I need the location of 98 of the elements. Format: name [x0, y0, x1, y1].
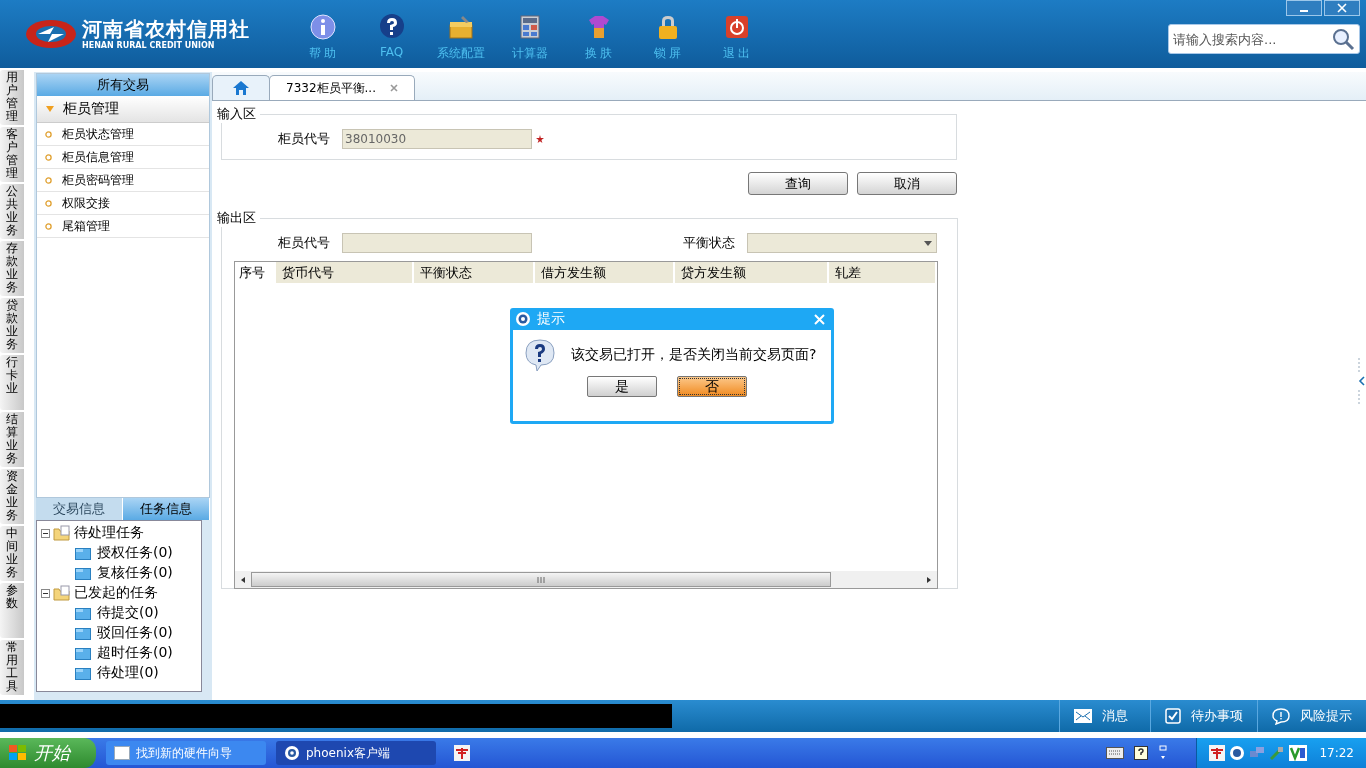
- tree-node[interactable]: 复核任务(0): [41, 563, 197, 583]
- logo-icon: [24, 17, 78, 51]
- tree-node[interactable]: 待提交(0): [41, 603, 197, 623]
- tree-node[interactable]: 待处理(0): [41, 663, 197, 683]
- column-header[interactable]: 序号: [235, 262, 276, 283]
- checkbox-icon: [1165, 708, 1181, 724]
- home-icon: [232, 80, 250, 96]
- action-button[interactable]: 查询: [748, 172, 848, 195]
- input-field[interactable]: [342, 233, 532, 253]
- status-button[interactable]: 待办事项: [1150, 700, 1257, 732]
- menu-group[interactable]: 柜员管理: [37, 96, 209, 123]
- dialog-button[interactable]: 是: [587, 376, 657, 397]
- status-button[interactable]: 消息: [1059, 700, 1150, 732]
- close-button[interactable]: [1324, 0, 1360, 16]
- bullet-icon: [45, 222, 52, 230]
- taskbar-item[interactable]: 找到新的硬件向导: [106, 741, 266, 765]
- side-tab[interactable]: 贷款业务: [0, 298, 24, 353]
- column-header[interactable]: 轧差: [829, 262, 937, 283]
- window-icon: [114, 746, 130, 760]
- restore-icon: [1158, 745, 1169, 761]
- page-tab[interactable]: [212, 75, 270, 100]
- menu-item[interactable]: 柜员密码管理: [37, 169, 209, 192]
- app-icon: [515, 311, 531, 327]
- tree-node[interactable]: 待处理任务: [41, 523, 197, 543]
- bullet-icon: [45, 130, 52, 138]
- taskbar-item[interactable]: phoenix客户端: [276, 741, 436, 765]
- tree-node[interactable]: 授权任务(0): [41, 543, 197, 563]
- help-icon: [1134, 746, 1149, 760]
- help-icon: [377, 12, 406, 41]
- bullet-icon: [45, 176, 52, 184]
- column-header[interactable]: 货币代号: [276, 262, 414, 283]
- menu-item[interactable]: 尾箱管理: [37, 215, 209, 238]
- minimize-button[interactable]: [1286, 0, 1322, 16]
- close-icon[interactable]: [390, 84, 398, 92]
- globe-icon: [1229, 745, 1246, 761]
- logo-subtitle: HENAN RURAL CREDIT UNION: [82, 39, 216, 51]
- folder-icon: [75, 546, 91, 560]
- folder-icon: [75, 646, 91, 660]
- bullet-icon: [45, 153, 52, 161]
- column-header[interactable]: 贷方发生额: [675, 262, 829, 283]
- tree-node[interactable]: 驳回任务(0): [41, 623, 197, 643]
- menu-item[interactable]: 柜员状态管理: [37, 123, 209, 146]
- dialog-message: 该交易已打开，是否关闭当前交易页面?: [571, 346, 817, 364]
- collapse-icon[interactable]: [41, 588, 50, 598]
- column-header[interactable]: 借方发生额: [535, 262, 675, 283]
- collapse-handle-icon[interactable]: [1358, 358, 1366, 404]
- tree-node[interactable]: 超时任务(0): [41, 643, 197, 663]
- side-tab[interactable]: 资金业务: [0, 469, 24, 524]
- keyboard-icon: [1106, 747, 1125, 759]
- page-tab[interactable]: 7332柜员平衡...: [269, 75, 415, 100]
- search-field[interactable]: 请输入搜索内容...: [1168, 24, 1360, 54]
- field-label: 平衡状态: [683, 234, 736, 252]
- collapse-icon[interactable]: [41, 528, 50, 538]
- globe-icon: [284, 745, 300, 761]
- dropdown-arrow-icon: [924, 240, 932, 246]
- input-field[interactable]: 38010030: [342, 129, 532, 149]
- app-icon: [1209, 745, 1226, 761]
- panel-title: 所有交易: [37, 74, 209, 96]
- search-icon: [1331, 27, 1355, 51]
- side-tab[interactable]: 公共业务: [0, 184, 24, 239]
- dialog-title: 提示: [537, 310, 565, 328]
- folder-icon: [75, 666, 91, 680]
- plug-icon: [1269, 745, 1286, 761]
- side-tab[interactable]: 常用工具: [0, 640, 24, 695]
- folder-icon: [75, 566, 91, 580]
- status-button[interactable]: 风险提示: [1257, 700, 1366, 732]
- windows-logo-icon: [8, 744, 28, 762]
- horizontal-scrollbar[interactable]: [235, 571, 937, 588]
- action-button[interactable]: 取消: [857, 172, 957, 195]
- app-icon: [454, 745, 470, 761]
- folder-icon: [53, 525, 71, 541]
- menu-item[interactable]: 柜员信息管理: [37, 146, 209, 169]
- menu-item[interactable]: 权限交接: [37, 192, 209, 215]
- side-tab[interactable]: 用户管理: [0, 70, 24, 125]
- folder-icon: [75, 606, 91, 620]
- envelope-icon: [1074, 709, 1092, 723]
- side-tab[interactable]: 客户管理: [0, 127, 24, 182]
- field-label: 柜员代号: [278, 130, 331, 148]
- side-tab[interactable]: 参数: [0, 583, 24, 638]
- speech-bubble-icon: [1272, 707, 1290, 725]
- column-header[interactable]: 平衡状态: [414, 262, 535, 283]
- dialog-button[interactable]: 否: [677, 376, 747, 397]
- scrollbar-thumb[interactable]: [251, 572, 831, 587]
- folder-icon: [53, 585, 71, 601]
- tree-node[interactable]: 已发起的任务: [41, 583, 197, 603]
- question-icon: [523, 338, 557, 372]
- side-tab[interactable]: 行卡业: [0, 355, 24, 410]
- folder-icon: [75, 626, 91, 640]
- bullet-icon: [45, 199, 52, 207]
- dropdown-field[interactable]: [747, 233, 937, 253]
- field-label: 柜员代号: [278, 234, 331, 252]
- side-tab[interactable]: 结算业务: [0, 412, 24, 467]
- side-tab[interactable]: 中间业务: [0, 526, 24, 581]
- info-icon: [308, 12, 337, 41]
- side-tab[interactable]: 存款业务: [0, 241, 24, 296]
- panel-tab[interactable]: 交易信息: [36, 498, 123, 520]
- clock: 17:22: [1319, 746, 1354, 760]
- logo-title: 河南省农村信用社: [82, 17, 250, 40]
